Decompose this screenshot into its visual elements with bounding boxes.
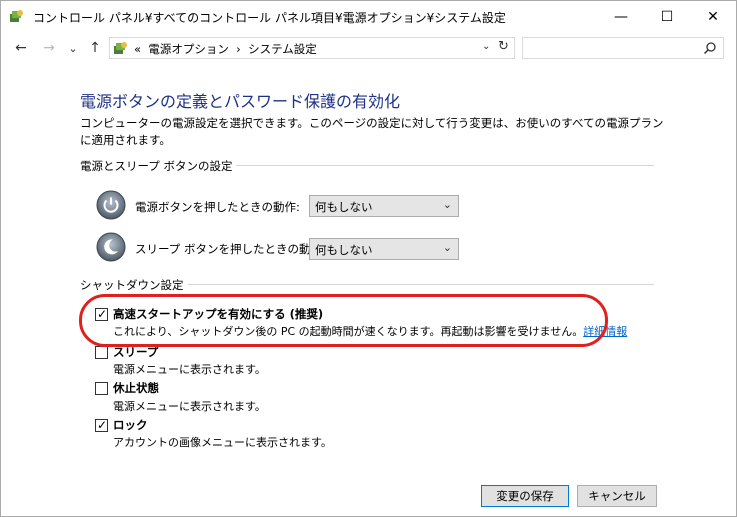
power-options-icon [10, 10, 23, 22]
checkmark-icon: ✓ [97, 418, 108, 432]
breadcrumb-item-power-options[interactable]: 電源オプション [148, 42, 229, 56]
forward-button[interactable]: → [39, 38, 59, 58]
up-button[interactable]: ↑ [85, 38, 105, 58]
recent-locations-button[interactable]: ⌄ [63, 38, 83, 58]
hibernate-label[interactable]: 休止状態 [113, 380, 159, 396]
close-button[interactable]: ✕ [690, 1, 736, 32]
highlight-annotation [79, 294, 608, 347]
sleep-button-action-select[interactable]: 何もしない ⌄ [309, 238, 459, 260]
hibernate-description: 電源メニューに表示されます。 [113, 400, 266, 413]
chevron-down-icon: ⌄ [442, 241, 452, 254]
address-dropdown-icon[interactable]: ⌄ [482, 41, 490, 52]
sleep-description: 電源メニューに表示されます。 [113, 363, 266, 376]
lock-label[interactable]: ロック [113, 417, 148, 433]
sleep-button-action-value: 何もしない [315, 243, 373, 257]
power-options-icon [114, 42, 127, 54]
breadcrumb-item-system-settings[interactable]: システム設定 [248, 42, 317, 56]
shutdown-group-title: シャットダウン設定 [80, 277, 188, 293]
maximize-button[interactable]: ☐ [644, 1, 690, 32]
address-bar[interactable]: « 電源オプション › システム設定 ⌄ ↻ [109, 37, 515, 59]
power-button-action-select[interactable]: 何もしない ⌄ [309, 195, 459, 217]
breadcrumb: « 電源オプション › システム設定 [134, 41, 317, 57]
lock-description: アカウントの画像メニューに表示されます。 [113, 436, 332, 449]
back-button[interactable]: ← [11, 38, 31, 58]
page-description: コンピューターの電源設定を選択できます。このページの設定に対して行う変更は、お使… [80, 116, 664, 147]
refresh-icon[interactable]: ↻ [498, 39, 509, 54]
navigation-bar: ← → ⌄ ↑ « 電源オプション › システム設定 ⌄ ↻ [1, 32, 736, 64]
sleep-button-action-label: スリープ ボタンを押したときの動作: [135, 242, 326, 256]
hibernate-checkbox[interactable] [95, 382, 108, 395]
control-panel-window: コントロール パネル¥すべてのコントロール パネル項目¥電源オプション¥システム… [0, 0, 737, 517]
chevron-down-icon: ⌄ [442, 198, 452, 211]
title-bar[interactable]: コントロール パネル¥すべてのコントロール パネル項目¥電源オプション¥システム… [1, 1, 736, 32]
search-icon [703, 42, 716, 55]
sleep-checkbox[interactable] [95, 346, 108, 359]
window-title: コントロール パネル¥すべてのコントロール パネル項目¥電源オプション¥システム… [33, 11, 506, 25]
search-input[interactable] [522, 37, 724, 59]
power-group-title: 電源とスリープ ボタンの設定 [80, 158, 237, 174]
breadcrumb-separator[interactable]: › [236, 42, 241, 56]
power-button-action-label: 電源ボタンを押したときの動作: [135, 200, 300, 214]
power-button-icon [96, 190, 126, 220]
lock-checkbox[interactable]: ✓ [95, 418, 108, 432]
breadcrumb-overflow[interactable]: « [134, 42, 141, 56]
power-button-action-value: 何もしない [315, 200, 373, 214]
save-changes-button[interactable]: 変更の保存 [481, 485, 569, 507]
cancel-button[interactable]: キャンセル [577, 485, 657, 507]
page-title: 電源ボタンの定義とパスワード保護の有効化 [80, 92, 401, 111]
sleep-button-icon [96, 232, 126, 262]
minimize-button[interactable]: — [598, 1, 644, 32]
